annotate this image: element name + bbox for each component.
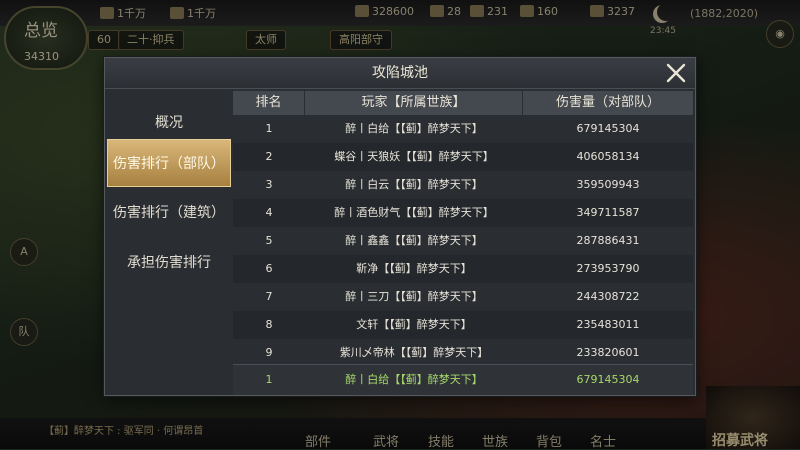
- close-button[interactable]: [663, 60, 689, 86]
- nav-damage-taken-rank[interactable]: 承担伤害排行: [107, 239, 231, 287]
- table-row[interactable]: 5 醉丨鑫鑫【【蓟】醉梦天下】 287886431: [233, 227, 693, 255]
- player-cell: 紫川乄帝林【【蓟】醉梦天下】: [339, 346, 489, 359]
- player-cell: 醉丨白给【【蓟】醉梦天下】: [345, 122, 483, 135]
- player-cell: 醉丨三刀【【蓟】醉梦天下】: [345, 290, 483, 303]
- damage-cell: 287886431: [576, 234, 640, 247]
- rank-cell: 4: [265, 206, 273, 219]
- damage-cell: 349711587: [576, 206, 640, 219]
- rank-cell: 8: [265, 318, 273, 331]
- rank-cell: 6: [265, 262, 273, 275]
- table-row[interactable]: 2 蝶谷丨天狼妖【【蓟】醉梦天下】 406058134: [233, 143, 693, 171]
- player-cell: 文轩【【蓟】醉梦天下】: [356, 318, 472, 331]
- damage-rank-table: 排名 玩家【所属世族】 伤害量（对部队） 1 醉丨白给【【蓟】醉梦天下】 679…: [233, 91, 693, 394]
- table-row[interactable]: 7 醉丨三刀【【蓟】醉梦天下】 244308722: [233, 283, 693, 311]
- close-icon: [666, 63, 686, 83]
- header-player: 玩家【所属世族】: [305, 91, 523, 115]
- player-cell: 蝶谷丨天狼妖【【蓟】醉梦天下】: [334, 150, 494, 163]
- dialog-header: 攻陷城池: [105, 58, 695, 89]
- my-damage-cell: 679145304: [576, 373, 640, 386]
- damage-cell: 244308722: [576, 290, 640, 303]
- table-row[interactable]: 8 文轩【【蓟】醉梦天下】 235483011: [233, 311, 693, 339]
- table-row[interactable]: 1 醉丨白给【【蓟】醉梦天下】 679145304: [233, 115, 693, 143]
- my-rank-row: 1 醉丨白给【【蓟】醉梦天下】 679145304: [233, 364, 693, 395]
- rank-cell: 5: [265, 234, 273, 247]
- rank-cell: 1: [265, 122, 273, 135]
- header-rank: 排名: [233, 91, 305, 115]
- damage-cell: 406058134: [576, 150, 640, 163]
- rank-cell: 2: [265, 150, 273, 163]
- dialog-title: 攻陷城池: [372, 65, 428, 81]
- rank-cell: 9: [265, 346, 273, 359]
- header-damage: 伤害量（对部队）: [555, 95, 660, 110]
- table-header: 排名 玩家【所属世族】 伤害量（对部队）: [233, 91, 693, 115]
- rank-cell: 7: [265, 290, 273, 303]
- table-row[interactable]: 3 醉丨白云【【蓟】醉梦天下】 359509943: [233, 171, 693, 199]
- damage-cell: 273953790: [576, 262, 640, 275]
- siege-report-dialog: 攻陷城池 概况 伤害排行（部队） 伤害排行（建筑） 承担伤害排行 排名 玩家【所…: [104, 57, 696, 396]
- nav-damage-rank-buildings[interactable]: 伤害排行（建筑）: [107, 189, 231, 237]
- player-cell: 醉丨白云【【蓟】醉梦天下】: [345, 178, 483, 191]
- table-row[interactable]: 4 醉丨酒色财气【【蓟】醉梦天下】 349711587: [233, 199, 693, 227]
- player-cell: 醉丨酒色财气【【蓟】醉梦天下】: [334, 206, 494, 219]
- nav-damage-rank-troops[interactable]: 伤害排行（部队）: [107, 139, 231, 187]
- my-player-cell: 醉丨白给【【蓟】醉梦天下】: [345, 373, 483, 386]
- damage-cell: 359509943: [576, 178, 640, 191]
- dialog-side-nav: 概况 伤害排行（部队） 伤害排行（建筑） 承担伤害排行: [105, 89, 233, 394]
- damage-cell: 679145304: [576, 122, 640, 135]
- rank-cell: 3: [265, 178, 273, 191]
- damage-cell: 235483011: [576, 318, 640, 331]
- player-cell: 靳净【【蓟】醉梦天下】: [356, 262, 472, 275]
- player-cell: 醉丨鑫鑫【【蓟】醉梦天下】: [345, 234, 483, 247]
- table-row[interactable]: 9 紫川乄帝林【【蓟】醉梦天下】 233820601: [233, 339, 693, 364]
- my-rank-cell: 1: [265, 373, 273, 386]
- damage-cell: 233820601: [576, 346, 640, 359]
- table-row[interactable]: 6 靳净【【蓟】醉梦天下】 273953790: [233, 255, 693, 283]
